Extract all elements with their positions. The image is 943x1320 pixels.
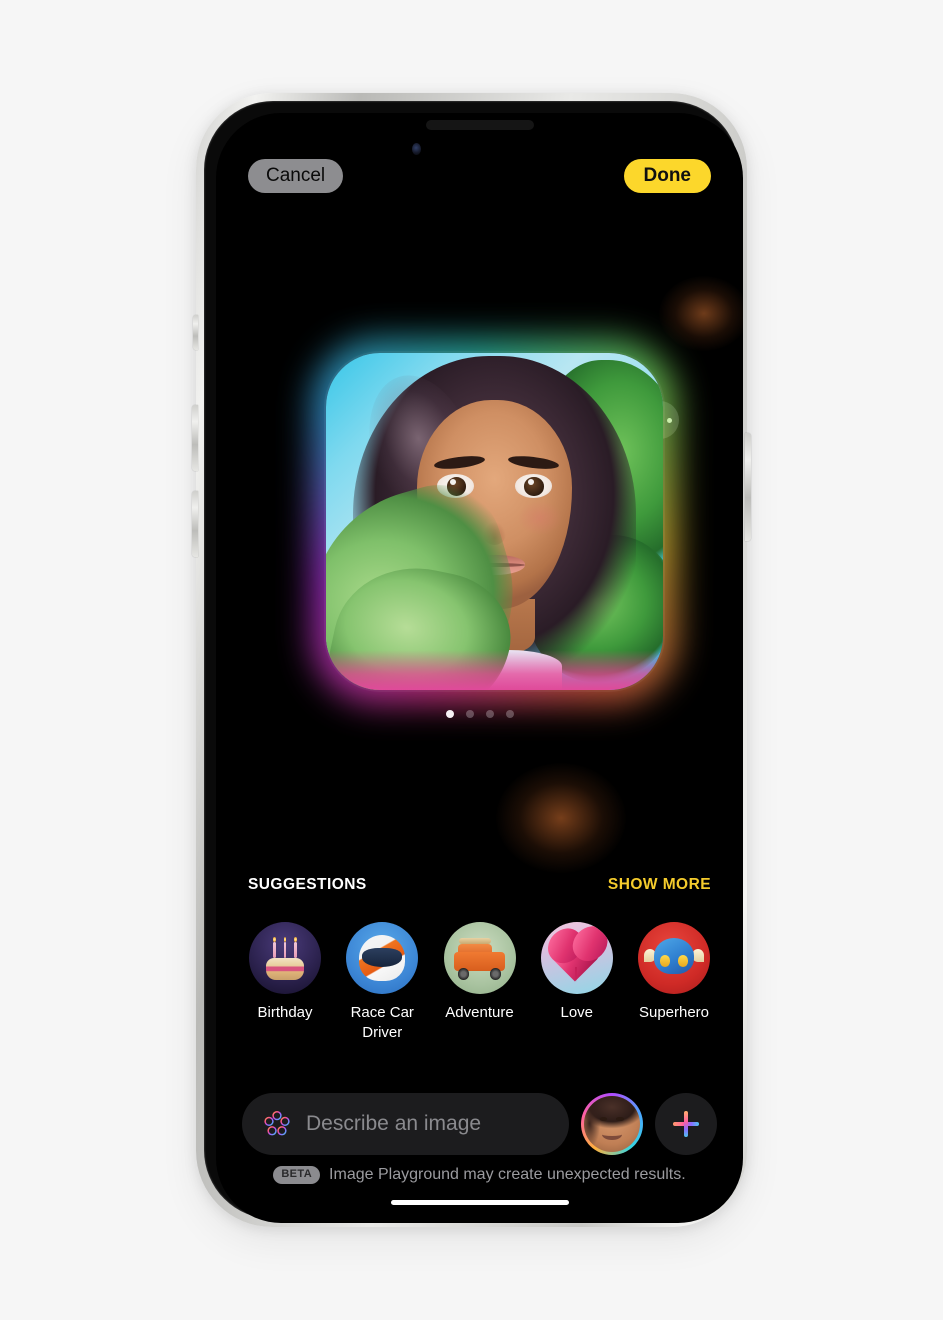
suggestions-header: SUGGESTIONS SHOW MORE	[248, 876, 711, 894]
suggestion-label: Adventure	[445, 1004, 514, 1021]
home-indicator[interactable]	[390, 1199, 569, 1205]
describe-image-placeholder: Describe an image	[306, 1112, 482, 1135]
volume-up-button[interactable]	[192, 405, 198, 471]
suggestion-superhero[interactable]: Superhero	[631, 922, 717, 1044]
plus-icon-vertical	[684, 1111, 688, 1137]
apple-intelligence-icon	[264, 1110, 290, 1136]
action-button[interactable]	[193, 315, 198, 350]
beta-disclaimer-row: BETA Image Playground may create unexpec…	[216, 1166, 743, 1184]
suggestions-row: Birthday Race Car Driver Adventure Love …	[242, 922, 717, 1044]
show-more-button[interactable]: SHOW MORE	[608, 876, 711, 894]
page-dot-3[interactable]	[485, 710, 494, 718]
volume-down-button[interactable]	[192, 491, 198, 557]
suggestion-label: Race Car Driver	[350, 1004, 414, 1042]
prompt-input-row: Describe an image	[242, 1093, 717, 1155]
superhero-mask-icon	[638, 922, 710, 994]
generated-image-card[interactable]	[312, 339, 677, 704]
suggestion-label: Birthday	[257, 1004, 313, 1021]
cheek-right	[518, 501, 562, 535]
suggestion-race-car-driver[interactable]: Race Car Driver	[339, 922, 425, 1044]
front-camera-icon	[412, 143, 421, 155]
avatar	[584, 1096, 640, 1152]
ambient-glow-bottom	[496, 763, 626, 873]
iris-right	[524, 477, 544, 496]
beta-badge: BETA	[273, 1166, 321, 1184]
done-button[interactable]: Done	[623, 159, 711, 193]
iphone-device-frame: Cancel Done SUGGESTIONS SHOW MORE Birthd…	[192, 93, 751, 1227]
page-dot-2[interactable]	[465, 710, 474, 718]
birthday-cake-icon	[249, 922, 321, 994]
suggestions-title: SUGGESTIONS	[248, 876, 367, 893]
phone-screen: Cancel Done SUGGESTIONS SHOW MORE Birthd…	[216, 113, 743, 1223]
page-dots	[216, 710, 743, 718]
top-bar: Cancel Done	[216, 157, 743, 195]
page-dot-1[interactable]	[445, 710, 454, 718]
suggestion-love[interactable]: Love	[534, 922, 620, 1044]
racing-helmet-icon	[346, 922, 419, 994]
eye-right	[514, 474, 552, 498]
dynamic-island	[425, 120, 534, 130]
describe-image-input[interactable]: Describe an image	[242, 1093, 569, 1155]
pink-flowers-foreground	[326, 649, 663, 690]
avatar-person-button[interactable]	[581, 1093, 643, 1155]
generated-portrait-image[interactable]	[326, 353, 663, 690]
suggestion-birthday[interactable]: Birthday	[242, 922, 328, 1044]
suggestion-label: Love	[560, 1004, 594, 1021]
offroad-jeep-icon	[443, 922, 516, 994]
power-button[interactable]	[745, 433, 751, 541]
heart-balloon-icon	[540, 922, 613, 994]
page-dot-4[interactable]	[505, 710, 514, 718]
suggestion-adventure[interactable]: Adventure	[437, 922, 523, 1044]
add-concept-button[interactable]	[655, 1093, 717, 1155]
ambient-glow-top-right	[659, 276, 743, 351]
suggestion-label: Superhero	[638, 1004, 710, 1021]
beta-disclaimer-text: Image Playground may create unexpected r…	[329, 1166, 686, 1183]
cancel-button[interactable]: Cancel	[248, 159, 344, 193]
phone-bezel: Cancel Done SUGGESTIONS SHOW MORE Birthd…	[204, 101, 743, 1223]
